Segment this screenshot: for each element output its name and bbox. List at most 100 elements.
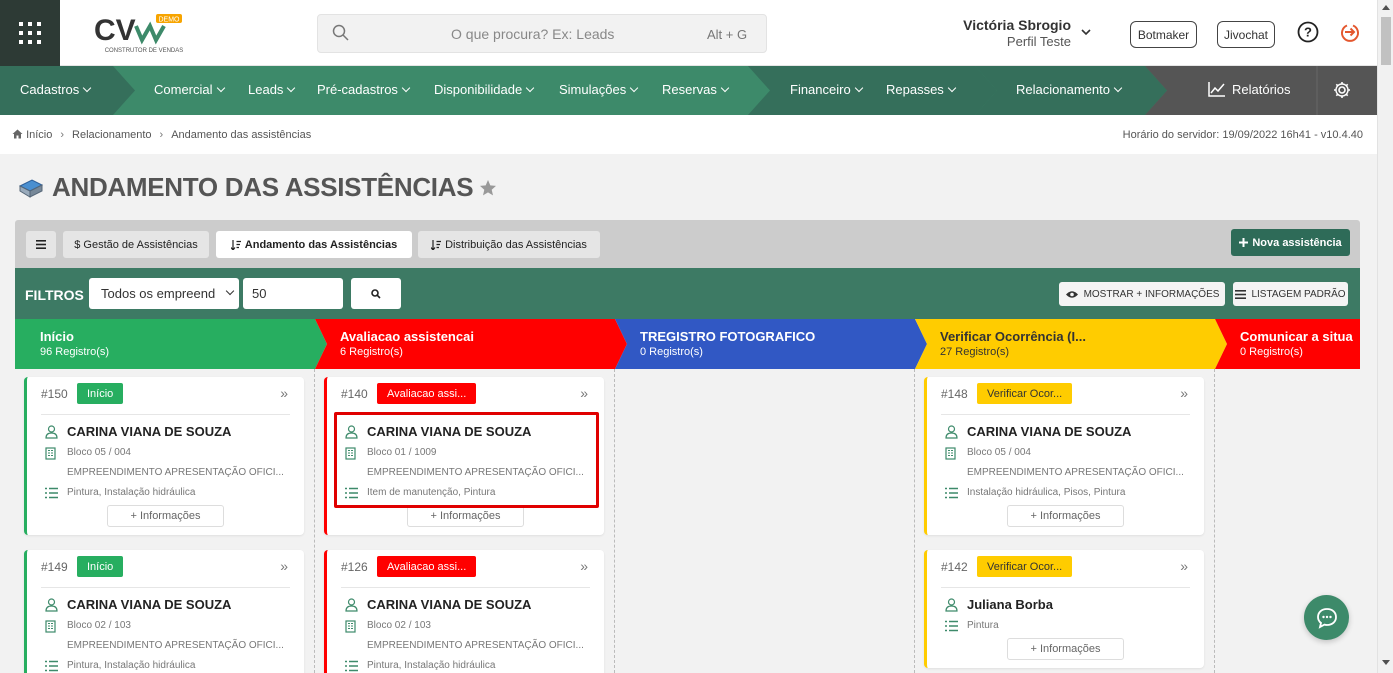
card-items: Pintura, Instalação hidráulica <box>367 660 496 671</box>
nav-disponibilidade[interactable]: Disponibilidade <box>434 82 535 97</box>
client-name: CARINA VIANA DE SOUZA <box>967 424 1132 439</box>
card-items: Pintura, Instalação hidráulica <box>67 487 196 498</box>
scrollbar-thumb[interactable] <box>1381 17 1391 65</box>
nav-pre-cadastros[interactable]: Pré-cadastros <box>317 82 411 97</box>
client-name: CARINA VIANA DE SOUZA <box>67 597 232 612</box>
hamburger-icon <box>36 240 46 249</box>
grid-icon <box>19 22 41 44</box>
apps-grid-button[interactable] <box>0 0 60 66</box>
home-icon <box>12 129 23 139</box>
server-time: Horário do servidor: 19/09/2022 16h41 - … <box>1122 129 1363 141</box>
card-assistencia[interactable]: #140 Avaliacao assi... » CARINA VIANA DE… <box>324 377 604 535</box>
nav-repasses[interactable]: Repasses <box>886 82 957 97</box>
list-icon <box>345 487 358 499</box>
search-shortcut: Alt + G <box>707 27 748 42</box>
more-info-button[interactable]: + Informações <box>1007 505 1124 527</box>
card-unit: Bloco 01 / 1009 <box>367 447 437 458</box>
double-chevron-right-icon[interactable]: » <box>280 385 288 401</box>
breadcrumb-relacionamento[interactable]: Relacionamento <box>72 129 152 141</box>
jivochat-button[interactable]: Jivochat <box>1217 21 1275 48</box>
status-badge: Avaliacao assi... <box>377 383 477 404</box>
card-empreendimento: EMPREENDIMENTO APRESENTAÇÃO OFICI... <box>67 467 284 478</box>
user-icon <box>45 425 58 439</box>
vertical-scrollbar[interactable] <box>1377 0 1393 673</box>
double-chevron-right-icon[interactable]: » <box>580 385 588 401</box>
client-name: CARINA VIANA DE SOUZA <box>367 424 532 439</box>
breadcrumb-bar: Início › Relacionamento › Andamento das assi… <box>0 115 1377 154</box>
svg-text:CONSTRUTOR DE VENDAS: CONSTRUTOR DE VENDAS <box>105 48 184 54</box>
card-assistencia[interactable]: #148 Verificar Ocor... » CARINA VIANA DE… <box>924 377 1204 535</box>
nova-assistencia-button[interactable]: Nova assistência <box>1231 229 1350 256</box>
scroll-down-arrow-icon[interactable] <box>1382 660 1390 665</box>
client-name: CARINA VIANA DE SOUZA <box>367 597 532 612</box>
user-menu[interactable]: Victória Sbrogio Perfil Teste <box>963 17 1071 49</box>
page-title-row: ANDAMENTO DAS ASSISTÊNCIAS <box>18 172 497 203</box>
card-unit: Bloco 05 / 004 <box>967 447 1031 458</box>
card-items: Pintura, Instalação hidráulica <box>67 660 196 671</box>
stage-avaliacao: Avaliacao assistencai 6 Registro(s) <box>315 319 628 369</box>
user-profile: Perfil Teste <box>1006 34 1071 49</box>
stage-inicio: Início 96 Registro(s) <box>15 319 328 369</box>
filter-search-button[interactable] <box>351 278 401 309</box>
cv-logo[interactable]: CV DEMO CONSTRUTOR DE VENDAS <box>92 12 192 54</box>
column-registro <box>615 369 915 673</box>
nav-leads[interactable]: Leads <box>248 82 296 97</box>
user-icon <box>345 598 358 612</box>
building-icon <box>945 447 956 460</box>
gear-icon[interactable] <box>1333 81 1351 99</box>
card-assistencia[interactable]: #142 Verificar Ocor... » Juliana Borba P… <box>924 550 1204 668</box>
nav-cadastros[interactable]: Cadastros <box>20 82 92 97</box>
card-empreendimento: EMPREENDIMENTO APRESENTAÇÃO OFICI... <box>67 640 284 651</box>
double-chevron-right-icon[interactable]: » <box>1180 558 1188 574</box>
tab-andamento[interactable]: Andamento das Assistências <box>216 231 412 258</box>
menu-button[interactable] <box>26 231 56 258</box>
tab-distribuicao[interactable]: Distribuição das Assistências <box>418 231 600 258</box>
list-icon <box>45 487 58 499</box>
card-items: Instalação hidráulica, Pisos, Pintura <box>967 487 1126 498</box>
breadcrumb-inicio[interactable]: Início <box>26 129 52 141</box>
listagem-padrao-button[interactable]: LISTAGEM PADRÃO <box>1233 282 1348 306</box>
card-id: #142 <box>941 560 968 574</box>
eye-icon <box>1065 290 1078 298</box>
top-bar: CV DEMO CONSTRUTOR DE VENDAS O que procu… <box>0 0 1377 66</box>
double-chevron-right-icon[interactable]: » <box>280 558 288 574</box>
card-empreendimento: EMPREENDIMENTO APRESENTAÇÃO OFICI... <box>367 467 584 478</box>
nav-simulacoes[interactable]: Simulações <box>559 82 639 97</box>
nav-relacionamento[interactable]: Relacionamento <box>1016 82 1123 97</box>
tab-gestao[interactable]: $ Gestão de Assistências <box>63 231 209 258</box>
client-name: CARINA VIANA DE SOUZA <box>67 424 232 439</box>
nav-relatorios[interactable]: Relatórios <box>1208 81 1291 97</box>
star-icon[interactable] <box>479 179 497 197</box>
more-info-button[interactable]: + Informações <box>107 505 224 527</box>
svg-text:?: ? <box>1304 25 1312 40</box>
card-assistencia[interactable]: #149 Início » CARINA VIANA DE SOUZA Bloc… <box>24 550 304 673</box>
building-icon <box>45 447 56 460</box>
empreendimento-select[interactable]: Todos os empreendimentos <box>89 278 239 309</box>
user-icon <box>345 425 358 439</box>
card-unit: Bloco 02 / 103 <box>67 620 131 631</box>
chat-button[interactable] <box>1304 595 1349 640</box>
more-info-button[interactable]: + Informações <box>407 505 524 527</box>
nav-reservas[interactable]: Reservas <box>662 82 730 97</box>
user-icon <box>945 425 958 439</box>
double-chevron-right-icon[interactable]: » <box>580 558 588 574</box>
chevron-down-icon[interactable] <box>1081 28 1091 36</box>
limit-input[interactable]: 50 <box>243 278 343 309</box>
status-badge: Verificar Ocor... <box>977 556 1073 577</box>
mostrar-informacoes-button[interactable]: MOSTRAR + INFORMAÇÕES <box>1059 282 1225 306</box>
logout-icon[interactable] <box>1339 21 1361 43</box>
scroll-up-arrow-icon[interactable] <box>1382 5 1390 10</box>
building-icon <box>345 620 356 633</box>
status-badge: Início <box>77 556 124 577</box>
tabs-bar: $ Gestão de Assistências Andamento das A… <box>15 220 1360 268</box>
card-assistencia[interactable]: #126 Avaliacao assi... » CARINA VIANA DE… <box>324 550 604 673</box>
more-info-button[interactable]: + Informações <box>1007 638 1124 660</box>
nav-financeiro[interactable]: Financeiro <box>790 82 863 97</box>
botmaker-button[interactable]: Botmaker <box>1130 21 1197 48</box>
double-chevron-right-icon[interactable]: » <box>1180 385 1188 401</box>
card-id: #140 <box>341 387 368 401</box>
nav-comercial[interactable]: Comercial <box>154 82 225 97</box>
help-icon[interactable]: ? <box>1297 21 1319 43</box>
card-assistencia[interactable]: #150 Início » CARINA VIANA DE SOUZA Bloc… <box>24 377 304 535</box>
global-search-input[interactable]: O que procura? Ex: Leads Alt + G <box>317 14 767 53</box>
